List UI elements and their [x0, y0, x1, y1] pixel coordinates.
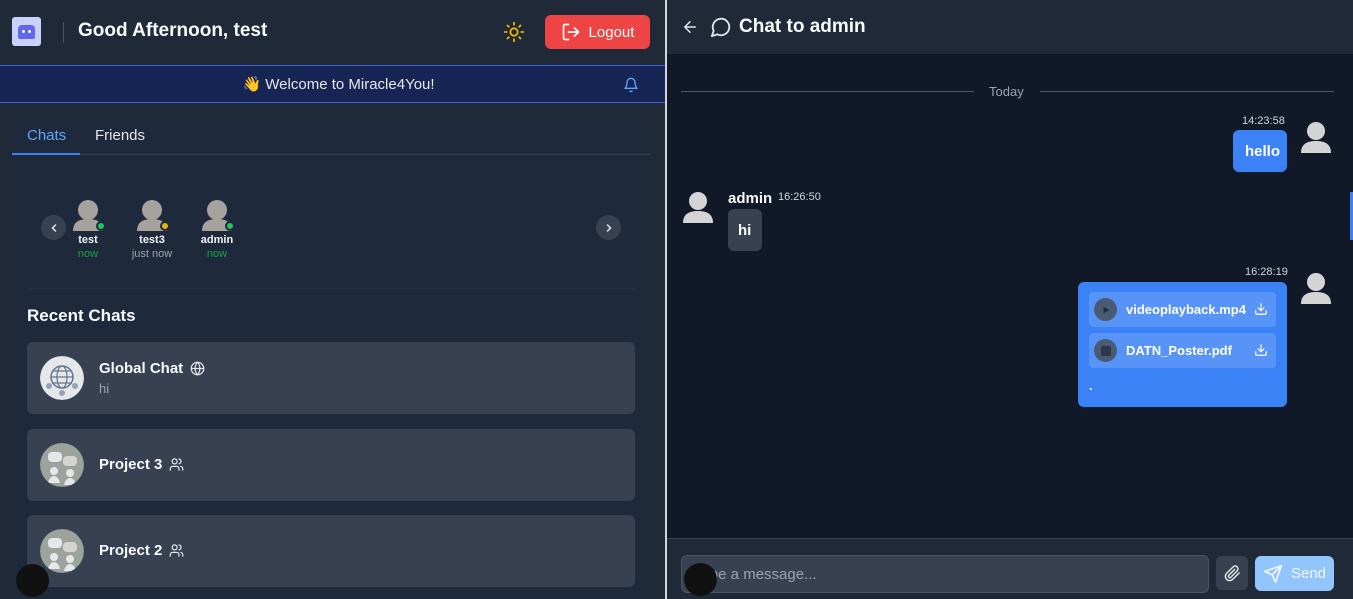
download-icon[interactable]	[1254, 302, 1268, 316]
friend-status: just now	[131, 248, 173, 260]
online-status-dot	[160, 221, 170, 231]
chat-list-item-project-3[interactable]: Project 3	[27, 429, 635, 501]
top-bar: Good Afternoon, test Logout	[0, 0, 665, 65]
send-label: Send	[1290, 565, 1327, 582]
chat-panel: Chat to admin Today 14:23:58 hello admin…	[667, 0, 1353, 599]
tab-chats[interactable]: Chats	[27, 127, 66, 144]
chat-name-label: Project 3	[99, 456, 163, 473]
active-tab-indicator	[12, 153, 80, 155]
date-separator-line	[1040, 91, 1334, 92]
message-circle-icon	[710, 17, 731, 38]
chat-preview: hi	[99, 381, 110, 396]
message-sender: admin	[728, 190, 773, 207]
group-avatar-icon	[40, 443, 84, 487]
friend-status: now	[77, 248, 99, 260]
date-separator: Today	[989, 84, 1024, 99]
tab-friends[interactable]: Friends	[95, 127, 145, 144]
online-status-dot	[225, 221, 235, 231]
sun-icon[interactable]	[503, 21, 525, 43]
app-logo[interactable]	[12, 17, 41, 46]
message-time: 16:26:50	[778, 191, 821, 203]
friend-name: test3	[139, 234, 165, 246]
chat-list-item-project-2[interactable]: Project 2	[27, 515, 635, 587]
logout-button[interactable]: Logout	[545, 15, 650, 49]
message-input[interactable]	[681, 555, 1209, 593]
banner-text: 👋 Welcome to Miracle4You!	[242, 76, 435, 93]
chat-name: Project 3	[99, 456, 184, 473]
send-button[interactable]: Send	[1255, 556, 1334, 591]
recent-chats-heading: Recent Chats	[27, 306, 136, 325]
back-arrow-icon[interactable]	[681, 18, 699, 36]
users-icon	[170, 544, 184, 557]
tab-bar: Chats Friends	[12, 117, 650, 155]
users-icon	[170, 458, 184, 471]
logout-icon	[562, 23, 579, 41]
date-separator-line	[681, 91, 974, 92]
message-bubble-attachments: videoplayback.mp4 DATN_Poster.pdf .	[1078, 282, 1287, 407]
chat-title: Chat to admin	[739, 16, 866, 37]
header-divider	[63, 22, 64, 43]
message-bubble-incoming: hi	[728, 209, 762, 251]
friend-name: test	[78, 234, 98, 246]
bell-icon[interactable]	[623, 77, 639, 93]
friend-item[interactable]: test now	[63, 199, 113, 260]
file-icon	[1094, 339, 1117, 362]
friend-name: admin	[200, 234, 234, 246]
friend-status: now	[206, 248, 228, 260]
message-time: 16:28:19	[1245, 266, 1288, 278]
user-avatar-icon	[1301, 273, 1331, 304]
chevron-left-icon	[50, 223, 56, 232]
group-avatar-icon	[40, 529, 84, 573]
chevron-right-icon	[606, 223, 612, 232]
globe-icon	[190, 361, 205, 376]
download-icon[interactable]	[1254, 343, 1268, 357]
dev-tools-badge[interactable]	[684, 563, 717, 596]
online-status-dot	[96, 221, 106, 231]
globe-avatar-icon	[40, 356, 84, 400]
chat-name: Project 2	[99, 542, 184, 559]
carousel-next-button[interactable]	[596, 215, 621, 240]
chat-header: Chat to admin	[667, 0, 1353, 54]
paperclip-icon	[1224, 564, 1240, 581]
send-icon	[1263, 564, 1283, 583]
message-time: 14:23:58	[1242, 115, 1285, 127]
sidebar-panel: Good Afternoon, test Logout 👋 Welcome to…	[0, 0, 665, 599]
online-friends-carousel: test now test3 just now admin now	[27, 167, 635, 289]
file-name: videoplayback.mp4	[1126, 302, 1246, 317]
user-avatar-icon	[1301, 122, 1331, 153]
scrollbar[interactable]	[1347, 54, 1353, 538]
chat-name-label: Project 2	[99, 542, 163, 559]
chat-list-item-global[interactable]: Global Chat hi	[27, 342, 635, 414]
message-composer: Send	[667, 538, 1353, 599]
file-attachment-video[interactable]: videoplayback.mp4	[1089, 292, 1276, 327]
chat-name: Global Chat	[99, 360, 205, 377]
chat-name-label: Global Chat	[99, 360, 184, 377]
friend-item[interactable]: admin now	[192, 199, 242, 260]
dev-tools-badge[interactable]	[16, 564, 49, 597]
friend-item[interactable]: test3 just now	[127, 199, 177, 260]
welcome-banner: 👋 Welcome to Miracle4You!	[0, 65, 665, 103]
message-text: .	[1089, 378, 1093, 393]
attach-button[interactable]	[1216, 556, 1248, 590]
admin-avatar-icon	[683, 192, 713, 223]
greeting-text: Good Afternoon, test	[78, 20, 268, 41]
file-name: DATN_Poster.pdf	[1126, 343, 1232, 358]
chats-card: Chats Friends test now test3 just now ad…	[12, 117, 650, 599]
file-attachment-pdf[interactable]: DATN_Poster.pdf	[1089, 333, 1276, 368]
logout-label: Logout	[588, 23, 635, 41]
message-bubble-outgoing: hello	[1233, 130, 1287, 172]
play-icon	[1094, 298, 1117, 321]
